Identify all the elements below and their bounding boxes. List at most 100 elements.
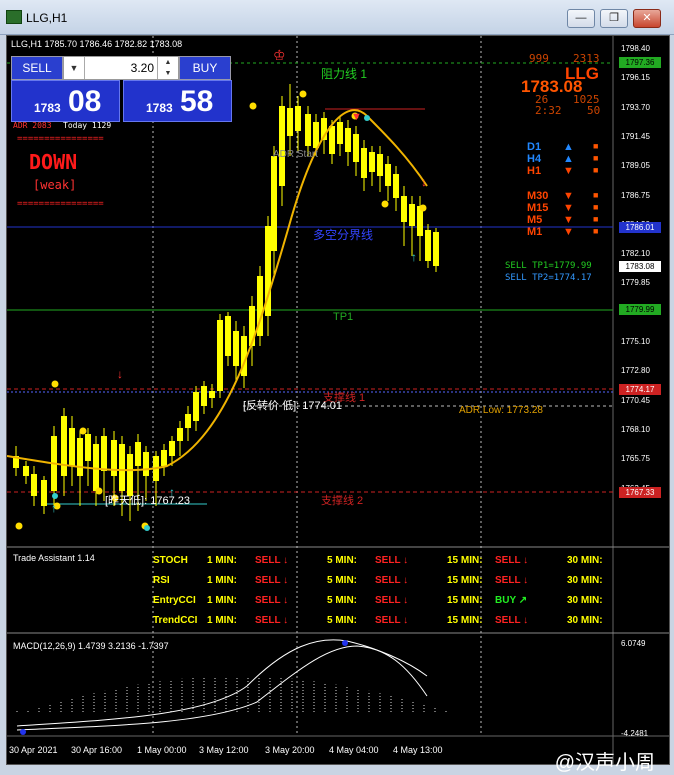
timeframe-label: 30 MIN: — [567, 555, 603, 566]
price-level-tag: 1774.17 — [619, 384, 661, 395]
sell-button[interactable]: SELL — [11, 56, 63, 80]
chart-window-icon — [6, 10, 22, 24]
sell-arrow-marker: ↓ — [117, 367, 123, 381]
candle-body — [353, 134, 359, 162]
price-level-tag: 1783.08 — [619, 261, 661, 272]
price-level-tag: 1797.36 — [619, 57, 661, 68]
sell-arrow-marker: ↓ — [421, 175, 427, 189]
resistance-line-label: 阻力线 1 — [321, 67, 368, 81]
status-square-icon: ■ — [593, 153, 599, 163]
ask-price-prefix: 1783 — [146, 101, 173, 115]
chart-area[interactable]: ↓ ↓ ↑ ↑ ↑ ♔ ▼ LLG,H1 1785.70 1786.46 1782.82 1… — [6, 35, 670, 774]
timeframe-row: H1 ▼ ■ — [527, 165, 598, 177]
trend-direction-icon: ▲ — [563, 141, 574, 153]
candle-body — [119, 444, 125, 491]
sell-signal-marker: ♔ — [273, 47, 286, 63]
candle-body — [217, 320, 223, 391]
candle-body — [127, 454, 133, 496]
ask-price-button[interactable]: 1783 58 — [123, 80, 232, 122]
timeframe-label: 15 MIN: — [447, 575, 483, 586]
signal-cell: SELL ↓ — [255, 595, 289, 606]
price-axis-label: 1768.10 — [621, 424, 650, 434]
time-axis-label: 3 May 20:00 — [265, 745, 315, 755]
price-axis-label: 1798.40 — [621, 44, 650, 53]
buy-arrow-marker: ↑ — [51, 501, 57, 515]
macd-title: MACD(12,26,9) 1.4739 3.2136 -1.7397 — [13, 641, 169, 651]
buy-button[interactable]: BUY — [179, 56, 231, 80]
minimize-button[interactable]: — — [567, 9, 595, 28]
trade-assistant-title: Trade Assistant 1.14 — [13, 553, 95, 563]
candle-body — [305, 114, 311, 146]
candle-body — [361, 148, 367, 178]
adr-low-label: ADR Low: 1773.28 — [459, 405, 543, 416]
volume-value[interactable]: 3.20 — [131, 61, 154, 75]
adr-label: ADR 2083 — [13, 121, 52, 130]
reverse-price-label: [反转价 低]: 1774.01 — [243, 400, 343, 412]
sell-tp1-label: SELL TP1=1779.99 — [505, 261, 592, 271]
macd-cross-dot — [342, 640, 348, 646]
signal-cell: SELL ↓ — [375, 615, 409, 626]
today-label: Today 1129 — [63, 121, 112, 130]
ohlc-readout: LLG,H1 1785.70 1786.46 1782.82 1783.08 — [11, 39, 183, 49]
one-click-trading-panel: SELL ▼ 3.20 ▲ ▼ BUY 1783 08 1783 58 — [11, 56, 233, 122]
time-axis-label: 30 Apr 2021 — [9, 745, 58, 755]
restore-button[interactable]: ❐ — [600, 9, 628, 28]
timeframe-label: 30 MIN: — [567, 575, 603, 586]
signal-cell: SELL ↓ — [255, 615, 289, 626]
signal-cell: SELL ↓ — [375, 595, 409, 606]
candle-body — [177, 428, 183, 441]
candle-body — [209, 391, 215, 398]
timeframe-label: M1 — [527, 226, 543, 238]
candle-body — [233, 331, 239, 366]
timeframe-label: 5 MIN: — [327, 575, 357, 586]
candle-body — [143, 452, 149, 476]
candle-body — [77, 438, 83, 476]
candle-body — [337, 122, 343, 144]
timeframe-label: 5 MIN: — [327, 595, 357, 606]
signal-dot — [144, 525, 150, 531]
window-titlebar[interactable]: LLG,H1 — ❐ ✕ — [0, 0, 674, 35]
signal-cell: SELL ↓ — [495, 615, 529, 626]
bid-price-button[interactable]: 1783 08 — [11, 80, 120, 122]
timeframe-label: 1 MIN: — [207, 575, 237, 586]
candle-body — [313, 122, 319, 148]
trend-direction-icon: ▼ — [563, 190, 574, 202]
close-button[interactable]: ✕ — [633, 9, 661, 28]
support-line-2-label: 支撑线 2 — [321, 495, 364, 507]
candle-body — [201, 386, 207, 406]
indicator-name: RSI — [153, 575, 170, 586]
timeframe-label: M5 — [527, 214, 543, 226]
status-square-icon: ■ — [593, 190, 599, 200]
timeframe-label: 1 MIN: — [207, 595, 237, 606]
time-axis-label: 1 May 00:00 — [137, 745, 187, 755]
timeframe-label: 1 MIN: — [207, 555, 237, 566]
bid-price-prefix: 1783 — [34, 101, 61, 115]
sell-signal-marker: ▼ — [351, 111, 362, 123]
fractal-dot — [79, 427, 87, 435]
timeframe-label: 30 MIN: — [567, 595, 603, 606]
candle-body — [279, 106, 285, 186]
candle-body — [425, 230, 431, 261]
signal-cell: SELL ↓ — [495, 555, 529, 566]
trend-direction-icon: ▲ — [563, 153, 574, 165]
volume-field[interactable]: ▼ 3.20 ▲ ▼ — [63, 56, 179, 80]
price-level-tag: 1786.01 — [619, 222, 661, 233]
window-title: LLG,H1 — [26, 11, 68, 25]
trend-strength: [weak] — [33, 178, 77, 192]
candle-body — [345, 128, 351, 152]
signal-dot — [364, 115, 370, 121]
adr-start-label: ADR Start — [273, 149, 319, 160]
price-axis-label: 1796.15 — [621, 73, 650, 83]
candle-body — [31, 474, 37, 496]
volume-dropdown-icon[interactable]: ▼ — [64, 57, 85, 79]
price-level-tag: 1767.33 — [619, 487, 661, 498]
timeframe-label: 5 MIN: — [327, 615, 357, 626]
indicator-name: TrendCCI — [153, 615, 198, 626]
timeframe-label: 15 MIN: — [447, 555, 483, 566]
volume-spinner-icon[interactable]: ▲ ▼ — [157, 57, 178, 79]
timeframe-label: H1 — [527, 165, 542, 177]
bull-bear-divider-label: 多空分界线 — [313, 228, 374, 242]
time-axis-label: 4 May 13:00 — [393, 745, 443, 755]
candle-body — [61, 416, 67, 476]
trend-direction-icon: ▼ — [563, 226, 574, 238]
